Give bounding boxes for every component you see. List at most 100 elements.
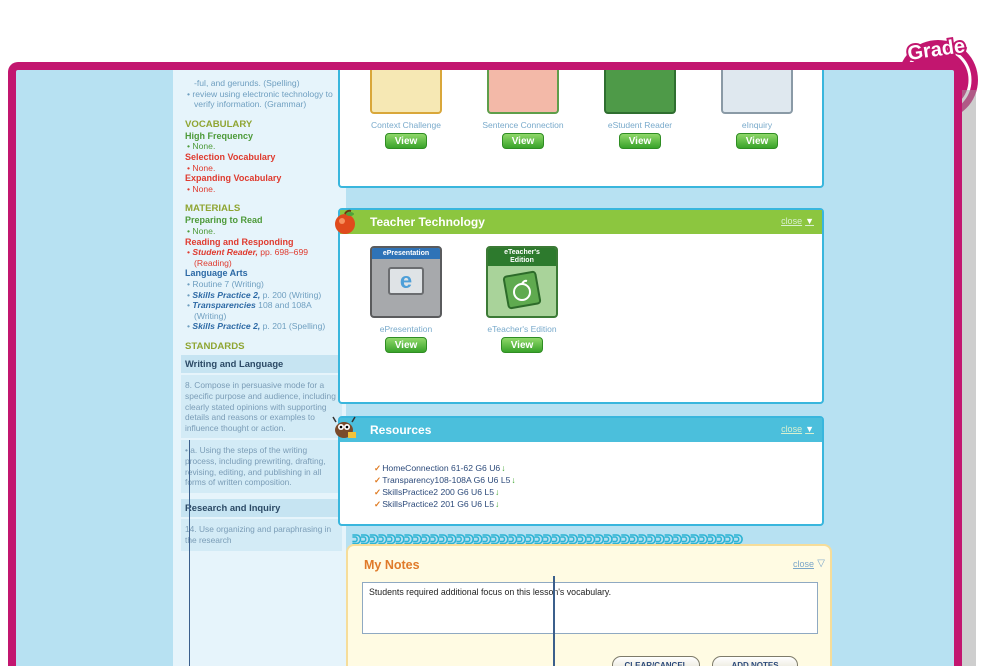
vocabulary-heading: VOCABULARY: [185, 118, 253, 130]
sidebar-item: • None.: [187, 162, 216, 173]
download-icon[interactable]: ↓: [495, 486, 499, 498]
standard-text: 14. Use organizing and paraphrasing in t…: [181, 519, 342, 551]
collapse-triangle-icon: ▼: [805, 216, 814, 226]
apple-book-icon: [502, 270, 542, 310]
preparing-heading: Preparing to Read: [185, 215, 263, 226]
language-arts-heading: Language Arts: [185, 268, 248, 279]
standard-text: • a. Using the steps of the writing proc…: [181, 440, 342, 493]
download-icon[interactable]: ↓: [511, 474, 515, 486]
close-label: close: [781, 424, 803, 434]
clear-cancel-button[interactable]: CLEAR/CANCEL: [612, 656, 700, 666]
expanding-vocabulary-heading: Expanding Vocabulary: [185, 173, 282, 184]
einquiry-thumbnail[interactable]: [721, 70, 793, 114]
book-title: Student Reader,: [192, 247, 258, 258]
resources-panel: Resources close ▼ ✓ HomeConnection 61-62 G…: [332, 416, 824, 526]
sidebar-item: • Skills Practice 2, p. 201 (Spelling): [187, 321, 326, 332]
resource-link[interactable]: ✓ HomeConnection 61-62 G6 U6 ↓: [374, 462, 516, 474]
view-button[interactable]: View: [501, 337, 543, 353]
sidebar-item: • Skills Practice 2, p. 200 (Writing): [187, 289, 322, 300]
sidebar-line: -ful, and gerunds. (Spelling): [194, 78, 300, 88]
close-link[interactable]: close ▼: [781, 424, 814, 434]
lesson-sidebar: -ful, and gerunds. (Spelling) • review u…: [173, 70, 346, 666]
tool-label: Context Challenge: [371, 120, 441, 130]
sidebar-line: • review using electronic technology to …: [187, 88, 333, 110]
check-icon: ✓: [374, 475, 382, 485]
frame-shadow: [962, 90, 976, 666]
teacher-technology-panel: Teacher Technology close ▼ ePresentation …: [335, 208, 824, 404]
resource-link[interactable]: ✓ SkillsPractice2 200 G6 U6 L5 ↓: [374, 486, 516, 498]
sentence-connection-thumbnail[interactable]: [487, 70, 559, 114]
check-icon: ✓: [374, 487, 382, 497]
resource-link[interactable]: ✓ SkillsPractice2 201 G6 U6 L5 ↓: [374, 498, 516, 510]
writing-language-heading: Writing and Language: [181, 354, 342, 374]
e-screen-icon: e: [388, 267, 424, 295]
sidebar-item: • Routine 7 (Writing): [187, 278, 264, 289]
context-challenge-thumbnail[interactable]: [370, 70, 442, 114]
reading-heading: Reading and Responding: [185, 236, 294, 247]
student-tools-panel: Context Challenge View Sentence Connecti…: [338, 70, 824, 188]
panel-title: Resources: [370, 423, 432, 437]
item-detail: p. 200 (Writing): [260, 289, 322, 300]
epresentation-thumbnail[interactable]: ePresentation e: [370, 246, 442, 318]
resources-mascot-icon: [332, 416, 356, 438]
collapse-triangle-icon: ▼: [805, 424, 814, 434]
tech-label: ePresentation: [379, 324, 433, 334]
sidebar-item: • None.: [187, 141, 216, 152]
resource-label: SkillsPractice2 201 G6 U6 L5: [382, 499, 494, 509]
close-label: close: [781, 216, 803, 226]
notes-title: My Notes: [364, 558, 420, 572]
download-icon[interactable]: ↓: [495, 498, 499, 510]
resource-label: HomeConnection 61-62 G6 U6: [382, 463, 501, 473]
view-button[interactable]: View: [736, 133, 778, 149]
tool-label: Sentence Connection: [482, 120, 564, 130]
add-notes-button[interactable]: ADD NOTES: [712, 656, 798, 666]
tool-tile: Context Challenge View: [360, 70, 452, 149]
tool-tile: Sentence Connection View: [477, 70, 569, 149]
tool-label: eInquiry: [741, 120, 773, 130]
tool-label: eStudent Reader: [607, 120, 673, 130]
book-title: Transparencies: [192, 300, 256, 311]
book-title: Skills Practice 2,: [192, 289, 261, 300]
thumb-label: ePresentation: [372, 248, 440, 259]
check-icon: ✓: [374, 499, 382, 509]
standard-text: 8. Compose in persuasive mode for a spec…: [181, 375, 342, 439]
book-title: Skills Practice 2,: [192, 321, 261, 332]
tech-tile: ePresentation e ePresentation View: [360, 246, 452, 353]
item-detail: p. 201 (Spelling): [260, 321, 326, 332]
view-button[interactable]: View: [385, 133, 427, 149]
tech-tile: eTeacher's Edition eTeacher's Edition Vi…: [476, 246, 568, 353]
apple-icon: [335, 209, 355, 234]
resource-label: Transparency108-108A G6 U6 L5: [382, 475, 511, 485]
sidebar-item: • None.: [187, 183, 216, 194]
tool-tile: eInquiry View: [711, 70, 803, 149]
resource-label: SkillsPractice2 200 G6 U6 L5: [382, 487, 494, 497]
collapse-triangle-icon[interactable]: ▽: [817, 558, 825, 569]
sidebar-item: • None.: [187, 225, 216, 236]
resource-link[interactable]: ✓ Transparency108-108A G6 U6 L5 ↓: [374, 474, 516, 486]
high-frequency-heading: High Frequency: [185, 130, 254, 141]
text-cursor-line: [553, 576, 555, 666]
eteachers-edition-thumbnail[interactable]: eTeacher's Edition: [486, 246, 558, 318]
view-button[interactable]: View: [385, 337, 427, 353]
materials-heading: MATERIALS: [185, 203, 241, 215]
close-link[interactable]: close ▼: [781, 216, 814, 226]
sidebar-item: • Student Reader, pp. 698–699 (Reading): [187, 247, 309, 268]
my-notes-panel: My Notes close ▽ Students required addit…: [346, 544, 832, 666]
estudent-reader-thumbnail[interactable]: [604, 70, 676, 114]
teacher-technology-header: Teacher Technology close ▼: [335, 209, 822, 234]
notes-close-link[interactable]: close: [793, 559, 814, 569]
tool-tile: eStudent Reader View: [594, 70, 686, 149]
view-button[interactable]: View: [502, 133, 544, 149]
research-inquiry-heading: Research and Inquiry: [181, 498, 342, 518]
check-icon: ✓: [374, 463, 382, 473]
lesson-frame: -ful, and gerunds. (Spelling) • review u…: [8, 62, 962, 666]
resources-header: Resources close ▼: [332, 416, 822, 442]
notebook-spiral: ᕲᕲᕲᕲᕲᕲᕲᕲᕲᕲᕲᕲᕲᕲᕲᕲᕲᕲᕲᕲᕲᕲᕲᕲᕲᕲᕲᕲᕲᕲᕲᕲᕲᕲᕲᕲᕲᕲᕲᕲ…: [352, 532, 743, 544]
notes-textarea[interactable]: Students required additional focus on th…: [362, 582, 818, 634]
view-button[interactable]: View: [619, 133, 661, 149]
download-icon[interactable]: ↓: [501, 462, 505, 474]
standards-heading: STANDARDS: [185, 340, 245, 352]
tech-label: eTeacher's Edition: [487, 324, 557, 334]
sidebar-item: • Transparencies 108 and 108A (Writing): [187, 300, 312, 321]
panel-title: Teacher Technology: [370, 215, 485, 229]
